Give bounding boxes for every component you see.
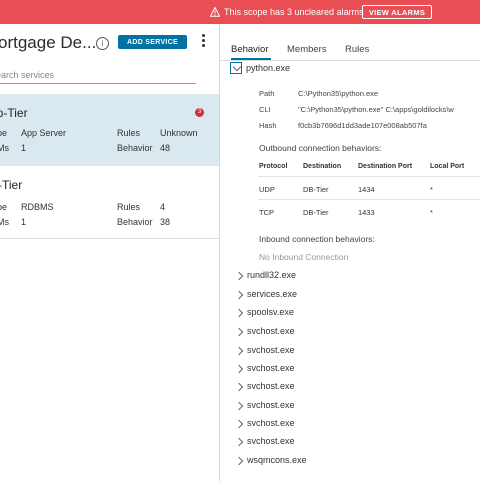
behavior-label: Behavior <box>117 217 153 227</box>
chevron-right-icon <box>234 308 244 318</box>
tab-behavior[interactable]: Behavior <box>231 44 269 55</box>
table-cell: * <box>430 185 433 194</box>
vm-label: Ms <box>0 143 9 153</box>
vm-count: 1 <box>21 143 27 153</box>
outbound-title: Outbound connection behaviors: <box>259 143 382 153</box>
chevron-right-icon <box>234 419 244 429</box>
tab-rules[interactable]: Rules <box>345 44 369 55</box>
vm-label: Ms <box>0 217 9 227</box>
process-name: spoolsv.exe <box>247 307 294 317</box>
service-card[interactable]: pp-Tier 3 pe App Server Ms 1 Rules Unkno… <box>0 94 219 166</box>
cli-value: "C:\Python35\python.exe" C:\apps\goldilo… <box>298 105 454 114</box>
alarm-text: This scope has 3 uncleared alarms <box>224 7 364 17</box>
view-alarms-button[interactable]: VIEW ALARMS <box>362 5 432 19</box>
service-type: App Server <box>21 128 67 138</box>
type-label: pe <box>0 202 8 212</box>
type-label: pe <box>0 128 8 138</box>
chevron-right-icon <box>234 290 244 300</box>
vm-count: 1 <box>21 217 27 227</box>
info-icon[interactable]: i <box>96 37 109 50</box>
alarm-count-badge: 3 <box>195 108 204 117</box>
table-cell: DB-Tier <box>303 185 329 194</box>
inbound-title: Inbound connection behaviors: <box>259 234 375 244</box>
process-name[interactable]: python.exe <box>246 63 290 73</box>
process-name: svchost.exe <box>247 345 295 355</box>
chevron-right-icon <box>234 346 244 356</box>
behavior-value: 48 <box>160 143 171 153</box>
chevron-right-icon <box>234 456 244 466</box>
column-header: Destination Port <box>358 163 413 170</box>
process-name: svchost.exe <box>247 326 295 336</box>
process-name: svchost.exe <box>247 418 295 428</box>
service-type: RDBMS <box>21 202 54 212</box>
service-name: B-Tier <box>0 178 23 192</box>
behavior-label: Behavior <box>117 143 153 153</box>
process-name: svchost.exe <box>247 363 295 373</box>
column-header: Destination <box>303 163 342 170</box>
rules-value: Unknown <box>160 128 198 138</box>
tab-members[interactable]: Members <box>287 44 327 55</box>
chevron-right-icon <box>234 327 244 337</box>
behavior-value: 38 <box>160 217 171 227</box>
service-card[interactable]: B-Tier pe RDBMS Ms 1 Rules 4 Behavior 38 <box>0 166 219 239</box>
collapse-toggle[interactable] <box>230 62 242 74</box>
inbound-empty: No Inbound Connection <box>259 252 349 262</box>
chevron-right-icon <box>234 382 244 392</box>
more-options-icon[interactable] <box>200 33 206 49</box>
table-cell: 1433 <box>358 208 375 217</box>
cli-label: CLI <box>259 105 271 114</box>
table-cell: 1434 <box>358 185 375 194</box>
service-name: pp-Tier <box>0 106 28 120</box>
chevron-down-icon <box>232 62 242 72</box>
table-cell: TCP <box>259 208 274 217</box>
process-name: rundll32.exe <box>247 270 297 280</box>
path-value: C:\Python35\python.exe <box>298 89 379 98</box>
add-service-button[interactable]: ADD SERVICE <box>118 35 187 49</box>
alarm-message: This scope has 3 uncleared alarms <box>210 7 364 17</box>
alarm-banner: This scope has 3 uncleared alarms VIEW A… <box>0 0 480 24</box>
rules-label: Rules <box>117 202 141 212</box>
warning-icon <box>210 7 220 17</box>
process-name: svchost.exe <box>247 381 295 391</box>
process-name: services.exe <box>247 289 298 299</box>
chevron-right-icon <box>234 437 244 447</box>
chevron-right-icon <box>234 401 244 411</box>
table-divider <box>258 199 480 200</box>
table-divider <box>258 176 480 177</box>
column-header: Protocol <box>259 163 288 170</box>
tabs-divider <box>220 60 480 61</box>
rules-label: Rules <box>117 128 141 138</box>
table-cell: UDP <box>259 185 275 194</box>
process-name: wsqmcons.exe <box>247 455 307 465</box>
services-pane <box>0 24 219 481</box>
process-name: svchost.exe <box>247 436 295 446</box>
chevron-right-icon <box>234 271 244 281</box>
rules-value: 4 <box>160 202 166 212</box>
scope-title: ortgage De... <box>0 33 97 52</box>
hash-label: Hash <box>259 121 277 130</box>
chevron-right-icon <box>234 364 244 374</box>
path-label: Path <box>259 89 275 98</box>
hash-value: f0cb3b7696d1dd3ade107e008ab507fa <box>298 121 427 130</box>
process-name: svchost.exe <box>247 400 295 410</box>
active-tab-indicator <box>231 58 271 60</box>
search-services-input[interactable]: earch services <box>0 70 196 84</box>
table-cell: * <box>430 208 433 217</box>
table-cell: DB-Tier <box>303 208 329 217</box>
column-header: Local Port <box>430 163 465 170</box>
pane-divider[interactable] <box>219 24 220 481</box>
